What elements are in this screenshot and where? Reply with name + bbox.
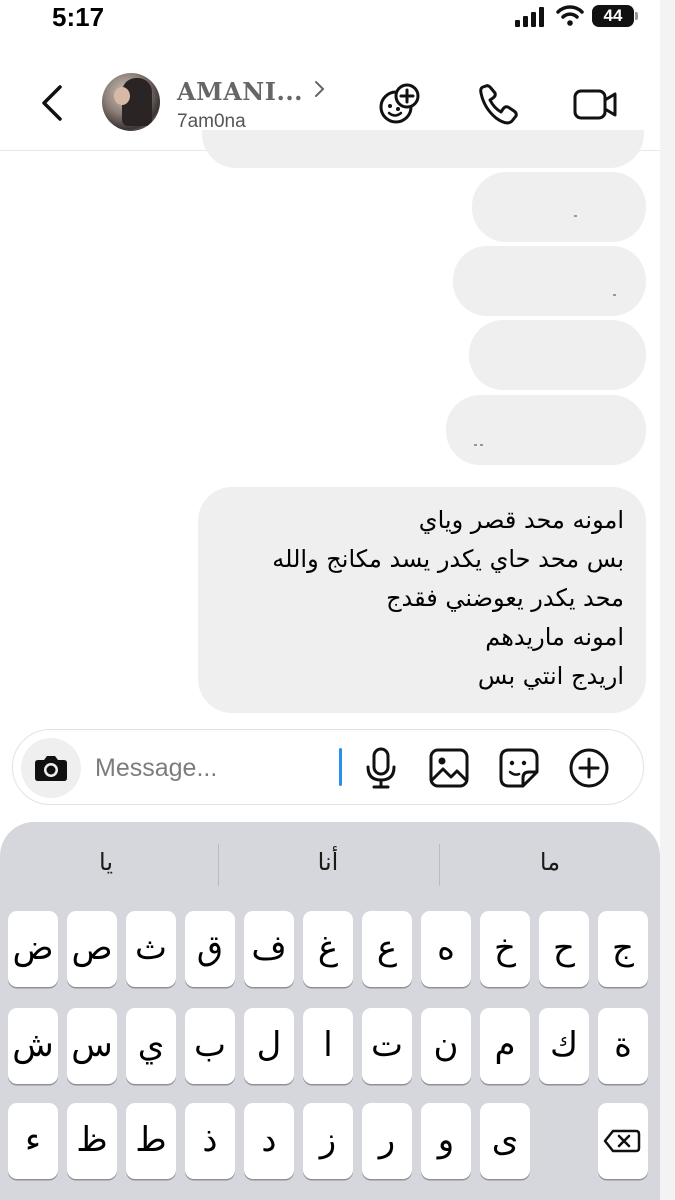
microphone-icon[interactable] <box>359 746 403 790</box>
message-line: بس محد حاي يكدر يسد مكانج والله <box>272 545 624 573</box>
key[interactable]: ي <box>126 1008 176 1084</box>
backspace-icon <box>603 1129 641 1153</box>
battery-tip <box>635 12 638 20</box>
key[interactable]: م <box>480 1008 530 1084</box>
avatar[interactable] <box>102 73 160 131</box>
key[interactable]: ء <box>8 1103 58 1179</box>
suggestion-bar: يا أنا ما <box>0 822 660 906</box>
key[interactable]: ق <box>185 911 235 987</box>
signal-icon <box>515 7 544 27</box>
delete-key[interactable] <box>598 1103 648 1179</box>
key[interactable]: ل <box>244 1008 294 1084</box>
message-line: اريدج انتي بس <box>477 662 624 690</box>
key[interactable]: ا <box>303 1008 353 1084</box>
key[interactable]: و <box>421 1103 471 1179</box>
key[interactable]: ص <box>67 911 117 987</box>
key[interactable]: ك <box>539 1008 589 1084</box>
message-bubble[interactable] <box>472 172 646 242</box>
text-caret <box>339 748 342 786</box>
key[interactable]: ح <box>539 911 589 987</box>
key[interactable]: ب <box>185 1008 235 1084</box>
key[interactable]: ع <box>362 911 412 987</box>
video-camera-icon[interactable] <box>571 80 619 128</box>
suggestion-divider <box>439 844 440 886</box>
keyboard: يا أنا ما ض ص ث ق ف غ ع ه خ ح ج ش س ي ب … <box>0 822 660 1200</box>
key[interactable]: ط <box>126 1103 176 1179</box>
key[interactable]: س <box>67 1008 117 1084</box>
avatar-face <box>114 87 130 105</box>
message-line: محد يكدر يعوضني فقدج <box>386 584 624 612</box>
key[interactable]: ت <box>362 1008 412 1084</box>
key[interactable]: ذ <box>185 1103 235 1179</box>
message-bubble[interactable] <box>469 320 646 390</box>
key[interactable]: ه <box>421 911 471 987</box>
plus-icon[interactable] <box>567 746 611 790</box>
suggestion-divider <box>218 844 219 886</box>
message-bubble-main[interactable]: امونه محد قصر وياي بس محد حاي يكدر يسد م… <box>198 487 646 713</box>
wifi-icon <box>556 5 584 26</box>
key[interactable]: ج <box>598 911 648 987</box>
key[interactable]: ث <box>126 911 176 987</box>
suggestion-item[interactable]: يا <box>26 848 186 876</box>
key[interactable]: ن <box>421 1008 471 1084</box>
key[interactable]: ر <box>362 1103 412 1179</box>
chevron-right-icon[interactable] <box>314 79 326 99</box>
key[interactable]: ش <box>8 1008 58 1084</box>
key[interactable]: ض <box>8 911 58 987</box>
phone-icon[interactable] <box>474 80 522 128</box>
key[interactable]: ظ <box>67 1103 117 1179</box>
gallery-icon[interactable] <box>427 746 471 790</box>
key[interactable]: د <box>244 1103 294 1179</box>
key[interactable]: ى <box>480 1103 530 1179</box>
back-icon[interactable] <box>36 83 72 123</box>
status-time: 5:17 <box>52 2 105 32</box>
message-bubble[interactable] <box>446 395 646 465</box>
message-composer <box>12 729 644 805</box>
suggestion-item[interactable]: ما <box>470 848 630 876</box>
message-input[interactable] <box>95 750 325 786</box>
contact-name[interactable]: AMANI... <box>177 77 303 106</box>
message-line: امونه ماريدهم <box>485 623 624 651</box>
message-line: امونه محد قصر وياي <box>418 506 624 534</box>
page-edge <box>660 0 675 1200</box>
message-bubble-partial[interactable] <box>202 130 644 168</box>
games-icon[interactable] <box>376 80 424 128</box>
key[interactable]: خ <box>480 911 530 987</box>
camera-button[interactable] <box>21 738 81 798</box>
battery-indicator: 44 <box>592 5 634 27</box>
key[interactable]: ف <box>244 911 294 987</box>
status-bar: 5:17 44 <box>0 0 660 40</box>
sticker-icon[interactable] <box>497 746 541 790</box>
suggestion-item[interactable]: أنا <box>248 848 408 876</box>
camera-icon <box>35 756 67 781</box>
key[interactable]: غ <box>303 911 353 987</box>
key[interactable]: ز <box>303 1103 353 1179</box>
message-bubble[interactable] <box>453 246 646 316</box>
key[interactable]: ة <box>598 1008 648 1084</box>
